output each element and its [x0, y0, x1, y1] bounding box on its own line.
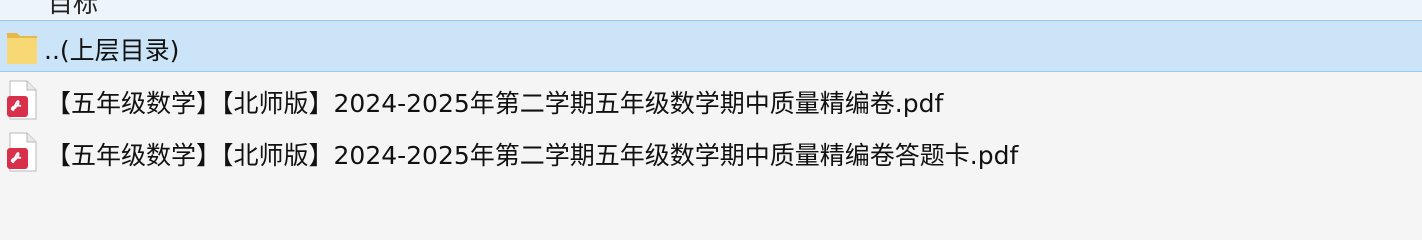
list-item-partial[interactable]: 目标: [0, 0, 1422, 18]
file-name-label: 【五年级数学】【北师版】2024-2025年第二学期五年级数学期中质量精编卷答题…: [46, 141, 1019, 170]
folder-icon: [4, 27, 40, 67]
parent-directory-row[interactable]: ..(上层目录): [0, 20, 1422, 72]
list-item-label: 目标: [48, 0, 99, 18]
parent-directory-label: ..(上层目录): [44, 36, 180, 65]
file-name-label: 【五年级数学】【北师版】2024-2025年第二学期五年级数学期中质量精编卷.p…: [46, 89, 944, 118]
list-item[interactable]: 【五年级数学】【北师版】2024-2025年第二学期五年级数学期中质量精编卷.p…: [0, 74, 1422, 126]
pdf-file-icon: [4, 132, 40, 172]
file-list: 目标 ..(上层目录) 【五年级数学】【北师版】2024-2025年第二学期五年…: [0, 0, 1422, 228]
list-item[interactable]: 【五年级数学】【北师版】2024-2025年第二学期五年级数学期中质量精编卷答题…: [0, 126, 1422, 178]
pdf-file-icon: [4, 80, 40, 120]
